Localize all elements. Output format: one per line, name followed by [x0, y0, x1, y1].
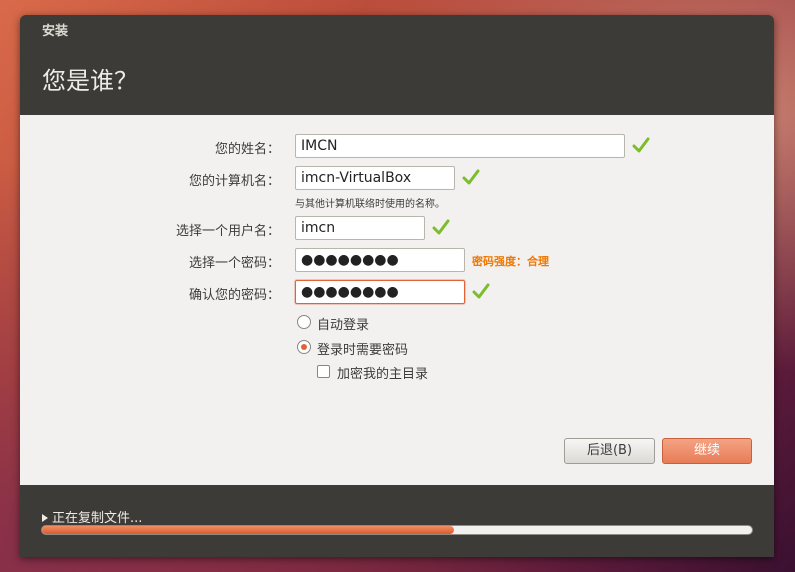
username-row: 选择一个用户名： imcn [20, 216, 774, 242]
confirm-password-row: 确认您的密码： ●●●●●●●● [20, 280, 774, 306]
auto-login-label[interactable]: 自动登录 [317, 314, 369, 333]
continue-button[interactable]: 继续 [662, 438, 752, 464]
name-input[interactable]: IMCN [295, 134, 625, 158]
computer-name-hint: 与其他计算机联络时使用的名称。 [295, 199, 445, 210]
password-strength-label: 密码强度：合理 [472, 255, 549, 268]
installer-window: 安装 您是谁？ 您的姓名： IMCN 您的计算机名： imcn-VirtualB… [20, 15, 774, 557]
back-button[interactable]: 后退(B) [564, 438, 655, 464]
username-label: 选择一个用户名： [175, 224, 280, 239]
check-icon [462, 169, 480, 185]
progress-status: 正在复制文件... [42, 507, 142, 526]
auto-login-radio[interactable] [297, 315, 311, 329]
encrypt-home-checkbox[interactable] [317, 365, 330, 378]
name-row: 您的姓名： IMCN [20, 134, 774, 160]
require-password-radio[interactable] [297, 340, 311, 354]
progress-bar [41, 525, 753, 535]
check-icon [632, 137, 650, 153]
window-title: 安装 [42, 24, 69, 39]
password-input[interactable]: ●●●●●●●● [295, 248, 465, 272]
progress-bar-fill [42, 526, 454, 534]
password-label: 选择一个密码： [188, 256, 280, 271]
computer-name-input[interactable]: imcn-VirtualBox [295, 166, 455, 190]
form-panel: 您的姓名： IMCN 您的计算机名： imcn-VirtualBox 与其他计算… [20, 115, 774, 485]
password-row: 选择一个密码： ●●●●●●●● 密码强度：合理 [20, 248, 774, 274]
encrypt-home-label[interactable]: 加密我的主目录 [337, 363, 428, 382]
title-bar: 安装 [20, 15, 774, 41]
computer-name-row: 您的计算机名： imcn-VirtualBox [20, 166, 774, 192]
confirm-password-input[interactable]: ●●●●●●●● [295, 280, 465, 304]
computer-name-label: 您的计算机名： [188, 174, 280, 189]
name-label: 您的姓名： [214, 142, 280, 157]
username-input[interactable]: imcn [295, 216, 425, 240]
progress-status-text: 正在复制文件... [52, 511, 143, 526]
confirm-password-label: 确认您的密码： [188, 288, 280, 303]
check-icon [432, 219, 450, 235]
page-title: 您是谁？ [42, 67, 138, 95]
expand-arrow-icon[interactable] [42, 514, 48, 522]
check-icon [472, 283, 490, 299]
require-password-label[interactable]: 登录时需要密码 [317, 339, 408, 358]
